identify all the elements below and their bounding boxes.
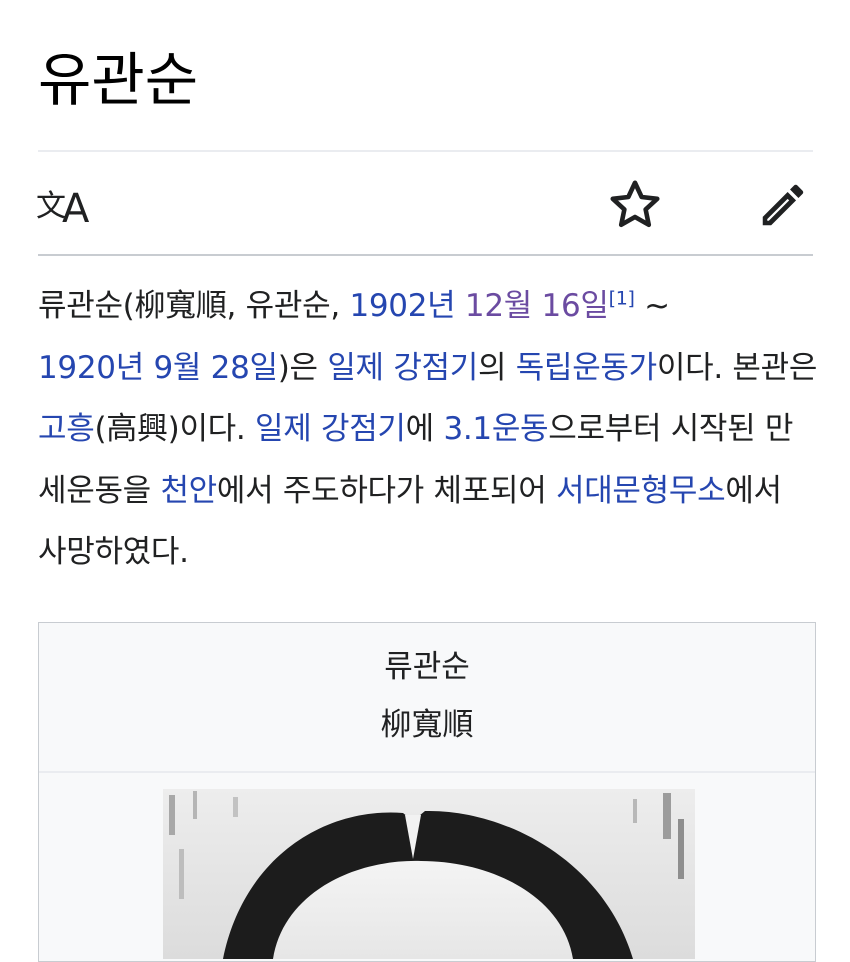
link-cheonan[interactable]: 천안 xyxy=(160,473,217,509)
toolbar-divider xyxy=(38,254,813,256)
link-japanese-occupation[interactable]: 일제 강점기 xyxy=(327,350,478,386)
lead-text: 의 xyxy=(477,349,516,386)
pencil-icon[interactable] xyxy=(756,178,810,232)
link-birth-year[interactable]: 1902년 xyxy=(349,288,455,324)
link-march-first-movement[interactable]: 3.1운동 xyxy=(443,411,548,447)
lead-text: 류관순(柳寬順, 유관순, xyxy=(38,288,350,324)
svg-text:A: A xyxy=(62,186,90,230)
link-death-date[interactable]: 9월 28일 xyxy=(153,350,278,386)
link-japanese-occupation-2[interactable]: 일제 강점기 xyxy=(255,411,406,447)
infobox: 류관순 柳寬順 xyxy=(38,622,816,962)
infobox-divider xyxy=(39,771,815,773)
portrait-image[interactable] xyxy=(163,789,695,959)
lead-paragraph: 류관순(柳寬順, 유관순, 1902년 12월 16일[1] ~ 1920년 9… xyxy=(38,276,818,584)
language-icon[interactable]: 文 A xyxy=(36,176,100,232)
lead-text: (高興)이다. xyxy=(94,411,255,447)
infobox-hanja: 柳寬順 xyxy=(380,707,474,743)
infobox-name: 류관순 xyxy=(384,649,470,685)
reference-link[interactable]: [1] xyxy=(609,288,635,310)
lead-text: 에서 주도하다가 체포되어 xyxy=(216,472,556,509)
infobox-header: 류관순 柳寬順 xyxy=(39,623,815,773)
link-seodaemun-prison[interactable]: 서대문형무소 xyxy=(556,473,726,509)
link-birth-date[interactable]: 12월 16일 xyxy=(465,288,609,324)
lead-text: ~ xyxy=(634,288,670,324)
link-goheung[interactable]: 고흥 xyxy=(38,411,95,447)
lead-text: )은 xyxy=(277,349,328,386)
lead-text: 에 xyxy=(405,411,444,447)
title-divider xyxy=(38,150,813,152)
star-icon[interactable] xyxy=(606,176,664,234)
link-death-year[interactable]: 1920년 xyxy=(38,350,144,386)
page-title: 유관순 xyxy=(38,46,199,114)
link-independence-activist[interactable]: 독립운동가 xyxy=(516,350,657,386)
lead-text: 이다. 본관은 xyxy=(656,349,818,386)
